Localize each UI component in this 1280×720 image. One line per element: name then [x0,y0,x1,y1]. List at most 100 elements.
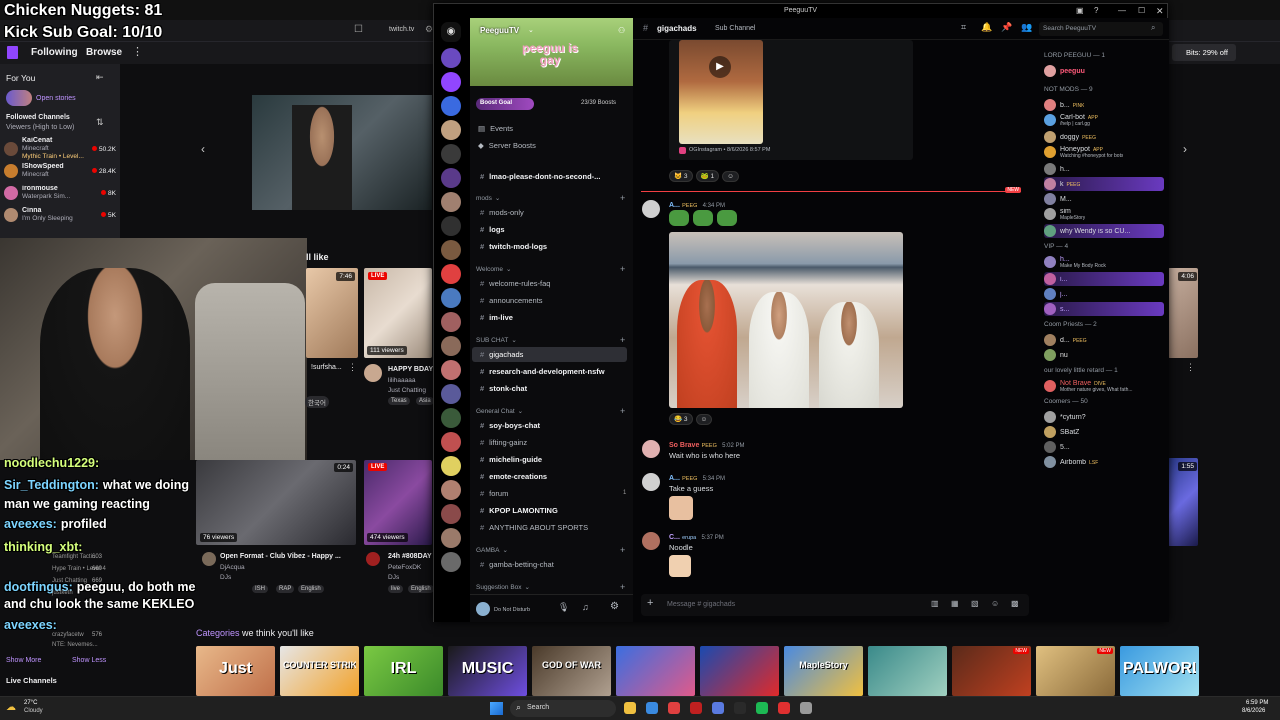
channel-avatar[interactable] [202,552,216,566]
bookmark-icon[interactable]: ☐ [354,24,363,35]
category-card[interactable]: COUNTER STRIKE 2 [280,646,359,696]
message-composer[interactable]: + Message # gigachads ▥ ▦ ▧ ☺ ▩ [641,594,1029,616]
member-item[interactable]: Carl-bot APP/help | carl.gg [1044,113,1164,127]
inbox-icon[interactable]: ▣ [1076,4,1084,18]
stream-thumbnail[interactable]: 4:06 [1168,268,1198,358]
taskbar-app-icon[interactable] [778,702,790,714]
server-icon[interactable] [441,336,461,356]
member-item[interactable]: j... [1044,287,1164,301]
followed-channel[interactable]: IShowSpeed Minecraft 28.4K [0,160,120,182]
card-more-icon[interactable]: ⋮ [348,362,357,373]
add-reaction-icon[interactable]: ☺ [722,171,739,182]
server-icon[interactable] [441,120,461,140]
server-icon[interactable] [441,312,461,332]
headset-icon[interactable]: ♫ [582,602,589,612]
card-tag[interactable]: 한국어 [305,396,329,408]
channel-category[interactable]: mods ⌄ [476,194,500,202]
member-item[interactable]: b... PINK [1044,98,1164,112]
nav-browse[interactable]: Browse [86,47,122,58]
card-tag[interactable]: Asia [416,397,434,405]
server-icon[interactable] [441,528,461,548]
channel-item[interactable]: # welcome-rules-faq [472,276,627,291]
user-avatar[interactable] [476,602,490,616]
member-item[interactable]: SBatZ [1044,425,1164,439]
member-item[interactable]: *cyturn? [1044,410,1164,424]
author-avatar[interactable] [642,200,660,218]
reaction[interactable]: 😺 3 [669,170,693,182]
author-avatar[interactable] [642,532,660,550]
server-icon[interactable] [441,408,461,428]
settings-icon[interactable]: ⚙ [610,601,619,612]
member-item[interactable]: Not Brave DIVE Mother nature gives, What f… [1044,379,1164,393]
author-name[interactable]: A... [669,202,680,209]
category-card[interactable]: Just [196,646,275,696]
card-title[interactable]: !surfsha... [311,364,342,371]
taskbar-app-icon[interactable] [712,702,724,714]
taskbar-app-icon[interactable] [668,702,680,714]
help-icon[interactable]: ? [1094,4,1098,18]
server-icon[interactable] [441,168,461,188]
sticker-icon[interactable]: ▧ [971,599,979,608]
member-item[interactable]: doggy PEEG [1044,130,1164,144]
server-icon[interactable] [441,96,461,116]
category-card[interactable] [868,646,947,696]
open-stories-link[interactable]: Open stories [36,95,76,102]
channel-item[interactable]: # soy-boys-chat [472,418,627,433]
channel-item[interactable]: # emote-creations [472,469,627,484]
card-tag[interactable]: English [298,585,324,593]
channel-avatar[interactable] [364,364,382,382]
reaction[interactable]: 😂 3 [669,413,693,425]
play-icon[interactable]: ▶ [709,56,731,78]
channel-item[interactable]: # forum [472,486,627,501]
member-item[interactable]: s... [1044,302,1164,316]
category-card[interactable]: PALWORLD [1120,646,1199,696]
category-card[interactable]: MUSIC [448,646,527,696]
taskbar-search[interactable]: ⌕ Search [510,700,616,717]
card-tag[interactable]: English [408,585,434,593]
card-title[interactable]: Open Format - Club Vibez - Happy ... [220,553,341,560]
create-channel-icon[interactable]: + [620,545,625,555]
sort-label[interactable]: Viewers (High to Low) [6,124,74,131]
member-item[interactable]: nu [1044,348,1164,362]
server-icon[interactable] [441,456,461,476]
channel-item[interactable]: # announcements [472,293,627,308]
member-item[interactable]: h... [1044,162,1164,176]
channel-category[interactable]: Welcome ⌄ [476,265,511,273]
card-title[interactable]: HAPPY BDAY [388,366,433,373]
attach-icon[interactable]: + [647,597,653,609]
boost-goal[interactable]: Boost Goal 23/39 Boosts [476,98,628,110]
card-more-icon[interactable]: ⋮ [1186,362,1195,373]
taskbar-app-icon[interactable] [734,702,746,714]
card-game[interactable]: DJs [388,574,399,581]
channel-category[interactable]: General Chat ⌄ [476,407,523,415]
weather-icon[interactable]: ☁ [6,702,16,713]
server-icon[interactable] [441,384,461,404]
server-icon[interactable] [441,504,461,524]
create-channel-icon[interactable]: + [620,335,625,345]
card-tag[interactable]: Texas [388,397,410,405]
channel-item[interactable]: # im-live [472,310,627,325]
stream-thumbnail[interactable]: 0:24 76 viewers [196,460,356,545]
bits-offer[interactable]: Bits: 29% off [1172,44,1236,61]
server-icon[interactable] [441,360,461,380]
channel-item[interactable]: # michelin-guide [472,452,627,467]
card-game[interactable]: DJs [220,574,231,581]
channel-category[interactable]: GAMBA ⌄ [476,546,508,554]
site-settings-icon[interactable]: ⚙ [425,24,433,35]
stories-row[interactable]: Open stories [6,90,76,106]
taskbar-app-icon[interactable] [690,702,702,714]
category-card[interactable] [700,646,779,696]
author-avatar[interactable] [642,473,660,491]
card-title[interactable]: 24h #808DAY [388,553,432,560]
embed-image[interactable]: ▶ [679,40,763,144]
server-icon[interactable] [441,264,461,284]
gif-icon[interactable]: ▦ [951,599,959,608]
card-tag[interactable]: live [388,585,404,593]
collapse-sidebar-icon[interactable]: ⇤ [96,72,104,83]
nav-following[interactable]: Following [31,47,78,58]
author-name[interactable]: So Brave [669,442,699,449]
server-icon[interactable] [441,192,461,212]
stream-thumbnail[interactable]: 7:46 [306,268,358,358]
channel-category[interactable]: Suggestion Box ⌄ [476,583,530,591]
server-icon[interactable] [441,552,461,572]
